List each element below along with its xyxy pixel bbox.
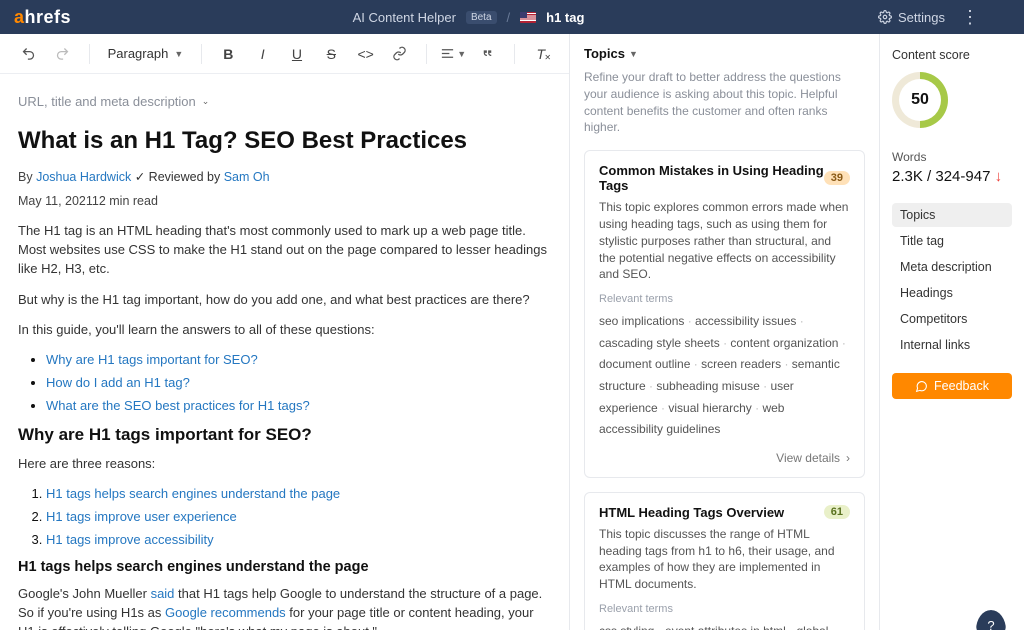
topic-body: This topic explores common errors made w… bbox=[599, 199, 850, 283]
underline-button[interactable]: U bbox=[283, 40, 311, 68]
content-score-value: 50 bbox=[899, 79, 941, 121]
topics-dropdown[interactable]: Topics▼ bbox=[584, 46, 865, 61]
list-item: H1 tags improve accessibility bbox=[46, 532, 551, 547]
list-item: Why are H1 tags important for SEO? bbox=[46, 352, 551, 367]
topic-card: HTML Heading Tags Overview 61 This topic… bbox=[584, 492, 865, 630]
document-body[interactable]: URL, title and meta description ⌄ What i… bbox=[0, 74, 569, 630]
topics-description: Refine your draft to better address the … bbox=[584, 69, 865, 136]
redo-button[interactable] bbox=[48, 40, 76, 68]
paragraph: Here are three reasons: bbox=[18, 455, 551, 474]
relevant-terms: seo implicationsaccessibility issuescasc… bbox=[599, 311, 850, 441]
topics-pane: Topics▼ Refine your draft to better addr… bbox=[570, 34, 880, 630]
topic-title: HTML Heading Tags Overview bbox=[599, 505, 784, 520]
reasons-list: H1 tags helps search engines understand … bbox=[18, 486, 551, 547]
chevron-down-icon: ▼ bbox=[629, 49, 638, 59]
reviewer-link[interactable]: Sam Oh bbox=[224, 170, 270, 184]
relevant-terms-label: Relevant terms bbox=[599, 603, 850, 615]
nav-item-meta-description[interactable]: Meta description bbox=[892, 255, 1012, 279]
paragraph: The H1 tag is an HTML heading that's mos… bbox=[18, 222, 551, 279]
paragraph: Google's John Mueller said that H1 tags … bbox=[18, 585, 551, 630]
link-button[interactable] bbox=[386, 40, 414, 68]
block-style-select[interactable]: Paragraph▼ bbox=[102, 46, 190, 61]
heading-3: H1 tags helps search engines understand … bbox=[18, 559, 551, 575]
breadcrumb-topic: h1 tag bbox=[546, 10, 584, 25]
chat-icon bbox=[915, 380, 928, 393]
strike-button[interactable]: S bbox=[317, 40, 345, 68]
undo-button[interactable] bbox=[14, 40, 42, 68]
paragraph: But why is the H1 tag important, how do … bbox=[18, 291, 551, 310]
topic-body: This topic discusses the range of HTML h… bbox=[599, 526, 850, 593]
topic-title: Common Mistakes in Using Heading Tags bbox=[599, 163, 824, 193]
section-nav: Topics Title tag Meta description Headin… bbox=[892, 203, 1012, 357]
link-icon bbox=[392, 46, 407, 61]
content-score-label: Content score bbox=[892, 48, 1012, 62]
editor-pane: Paragraph▼ B I U S <> ▼ T✕ URL, title an… bbox=[0, 34, 570, 630]
logo[interactable]: ahrefs bbox=[14, 7, 71, 28]
flag-us-icon bbox=[520, 12, 536, 23]
nav-item-headings[interactable]: Headings bbox=[892, 281, 1012, 305]
list-item: How do I add an H1 tag? bbox=[46, 375, 551, 390]
settings-button[interactable]: Settings bbox=[878, 10, 945, 25]
relevant-terms: css stylingevent attributes in htmlgloba… bbox=[599, 621, 850, 630]
clear-format-button[interactable]: T✕ bbox=[527, 40, 555, 68]
align-button[interactable]: ▼ bbox=[439, 40, 467, 68]
quote-icon bbox=[480, 46, 495, 61]
nav-item-internal-links[interactable]: Internal links bbox=[892, 333, 1012, 357]
topic-card: Common Mistakes in Using Heading Tags 39… bbox=[584, 150, 865, 478]
words-value: 2.3K / 324-947 ↓ bbox=[892, 168, 1012, 185]
beta-badge: Beta bbox=[466, 11, 497, 24]
align-icon bbox=[440, 46, 455, 61]
date-read: May 11, 202112 min read bbox=[18, 194, 551, 208]
topic-score-badge: 61 bbox=[824, 505, 850, 519]
arrow-down-icon: ↓ bbox=[995, 168, 1003, 185]
words-label: Words bbox=[892, 150, 1012, 164]
code-button[interactable]: <> bbox=[351, 40, 379, 68]
content-score-ring: 50 bbox=[892, 72, 948, 128]
feedback-button[interactable]: Feedback bbox=[892, 373, 1012, 399]
chevron-right-icon: › bbox=[846, 451, 850, 465]
topic-score-badge: 39 bbox=[824, 171, 850, 185]
nav-item-topics[interactable]: Topics bbox=[892, 203, 1012, 227]
score-pane: Content score 50 Words 2.3K / 324-947 ↓ … bbox=[880, 34, 1024, 630]
topbar: ahrefs AI Content Helper Beta / h1 tag S… bbox=[0, 0, 1024, 34]
paragraph: In this guide, you'll learn the answers … bbox=[18, 321, 551, 340]
byline: By Joshua Hardwick ✓ Reviewed by Sam Oh bbox=[18, 169, 551, 184]
italic-button[interactable]: I bbox=[249, 40, 277, 68]
chevron-down-icon: ▼ bbox=[457, 49, 466, 59]
bold-button[interactable]: B bbox=[214, 40, 242, 68]
gear-icon bbox=[878, 10, 892, 24]
heading-2: Why are H1 tags important for SEO? bbox=[18, 425, 551, 445]
chevron-down-icon: ▼ bbox=[174, 49, 183, 59]
view-details-button[interactable]: View details › bbox=[599, 451, 850, 465]
author-link[interactable]: Joshua Hardwick bbox=[36, 170, 131, 184]
nav-item-competitors[interactable]: Competitors bbox=[892, 307, 1012, 331]
list-item: H1 tags improve user experience bbox=[46, 509, 551, 524]
page-title: What is an H1 Tag? SEO Best Practices bbox=[18, 127, 551, 155]
undo-icon bbox=[21, 46, 36, 61]
url-meta-toggle[interactable]: URL, title and meta description ⌄ bbox=[18, 94, 551, 109]
product-name: AI Content Helper bbox=[353, 10, 456, 25]
nav-item-title-tag[interactable]: Title tag bbox=[892, 229, 1012, 253]
breadcrumb: AI Content Helper Beta / h1 tag bbox=[71, 10, 866, 25]
redo-icon bbox=[55, 46, 70, 61]
list-item: What are the SEO best practices for H1 t… bbox=[46, 398, 551, 413]
chevron-down-icon: ⌄ bbox=[202, 96, 210, 107]
toc-list: Why are H1 tags important for SEO? How d… bbox=[18, 352, 551, 413]
more-menu-icon[interactable]: ⋮ bbox=[961, 8, 979, 26]
quote-button[interactable] bbox=[473, 40, 501, 68]
relevant-terms-label: Relevant terms bbox=[599, 293, 850, 305]
inline-link[interactable]: said bbox=[151, 586, 175, 601]
breadcrumb-sep: / bbox=[507, 10, 511, 25]
editor-toolbar: Paragraph▼ B I U S <> ▼ T✕ bbox=[0, 34, 569, 74]
list-item: H1 tags helps search engines understand … bbox=[46, 486, 551, 501]
inline-link[interactable]: Google recommends bbox=[165, 605, 286, 620]
